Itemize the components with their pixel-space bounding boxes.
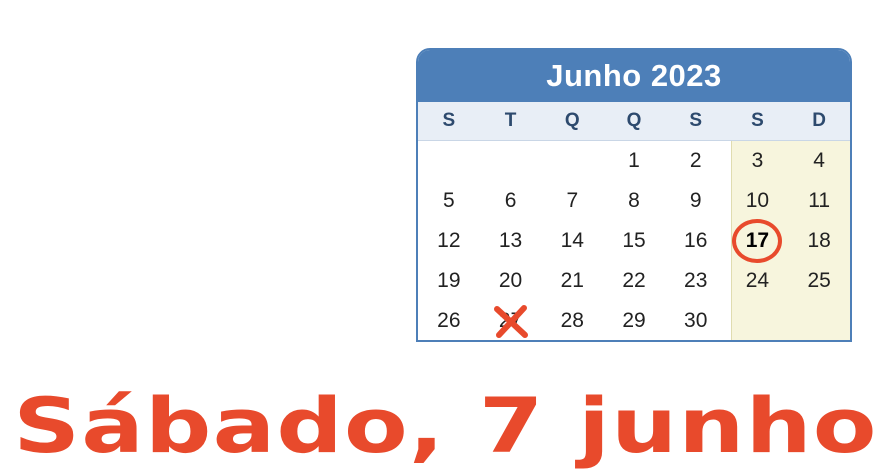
day-number: 13 [498, 229, 523, 252]
calendar-day[interactable]: 23 [665, 261, 727, 301]
calendar-empty-cell [727, 301, 789, 340]
calendar: Junho 2023 S T Q Q S S D 1 2 3 4 5 6 7 8 9 10 11 12… [416, 48, 852, 342]
calendar-day[interactable]: 21 [541, 261, 603, 301]
weekday-label: Q [626, 110, 642, 131]
day-number: 12 [437, 229, 461, 252]
calendar-day[interactable]: 5 [418, 181, 480, 221]
day-number: 24 [745, 269, 770, 292]
date-caption: Sábado, 7 junho [13, 381, 878, 470]
day-number: 26 [437, 309, 461, 332]
calendar-day[interactable]: 19 [418, 261, 480, 301]
calendar-empty-cell [418, 141, 480, 181]
day-number: 6 [504, 189, 517, 212]
calendar-day[interactable]: 28 [541, 301, 603, 340]
day-number: 27 [498, 309, 523, 332]
calendar-day[interactable]: 4 [788, 141, 850, 181]
calendar-day[interactable]: 1 [603, 141, 665, 181]
calendar-empty-cell [788, 301, 850, 340]
calendar-body: 1 2 3 4 5 6 7 8 9 10 11 12 13 14 15 16 17 18 19 20 21 22 23 24 2… [418, 141, 850, 340]
calendar-empty-cell [480, 141, 542, 181]
calendar-day[interactable]: 13 [480, 221, 542, 261]
calendar-empty-cell [541, 141, 603, 181]
calendar-day[interactable]: 16 [665, 221, 727, 261]
calendar-grid: 1 2 3 4 5 6 7 8 9 10 11 12 13 14 15 16 17 18 19 20 21 22 23 24 2… [418, 141, 850, 340]
calendar-day[interactable]: 18 [788, 221, 850, 261]
day-number: 16 [684, 229, 708, 252]
calendar-day[interactable]: 9 [665, 181, 727, 221]
calendar-day[interactable]: 6 [480, 181, 542, 221]
calendar-day[interactable]: 26 [418, 301, 480, 340]
calendar-title: Junho 2023 [418, 50, 850, 102]
calendar-day[interactable]: 3 [727, 141, 789, 181]
calendar-day[interactable]: 10 [727, 181, 789, 221]
calendar-day[interactable]: 15 [603, 221, 665, 261]
weekday-label: S [751, 110, 764, 131]
calendar-day[interactable]: 25 [788, 261, 850, 301]
day-number: 5 [443, 189, 455, 212]
calendar-day[interactable]: 12 [418, 221, 480, 261]
day-number: 19 [437, 269, 461, 292]
day-number: 9 [689, 189, 702, 212]
day-number: 30 [684, 309, 708, 332]
calendar-day[interactable]: 24 [727, 261, 789, 301]
calendar-day[interactable]: 2 [665, 141, 727, 181]
calendar-day[interactable]: 22 [603, 261, 665, 301]
calendar-day[interactable]: 8 [603, 181, 665, 221]
weekday-label: T [504, 110, 517, 131]
circle-highlight-icon [732, 219, 783, 263]
calendar-day[interactable]: 14 [541, 221, 603, 261]
day-number: 7 [566, 189, 579, 212]
day-number: 22 [622, 269, 646, 292]
weekday-header: S T Q Q S S D [418, 102, 850, 141]
day-number: 10 [745, 189, 770, 212]
weekday-label: Q [564, 110, 580, 131]
calendar-day-highlighted[interactable]: 17 [727, 219, 789, 263]
day-number: 14 [560, 229, 584, 252]
day-number: 3 [751, 149, 764, 172]
calendar-day[interactable]: 29 [603, 301, 665, 340]
day-number: 8 [628, 189, 640, 212]
day-number: 18 [807, 229, 831, 252]
calendar-day[interactable]: 11 [788, 181, 850, 221]
weekday-label: D [812, 110, 826, 131]
day-number: 11 [808, 189, 831, 212]
day-number: 4 [813, 149, 825, 172]
day-number: 25 [807, 269, 831, 292]
day-number: 15 [622, 229, 646, 252]
calendar-day-crossed[interactable]: 27 [480, 301, 542, 340]
day-number: 21 [560, 269, 584, 292]
day-number: 2 [689, 149, 702, 172]
calendar-day[interactable]: 20 [480, 261, 542, 301]
weekday-label: S [689, 110, 703, 131]
calendar-day[interactable]: 30 [665, 301, 727, 340]
day-number: 1 [628, 149, 640, 172]
day-number: 23 [684, 269, 708, 292]
day-number: 20 [498, 269, 523, 292]
weekday-label: S [442, 110, 456, 131]
day-number: 28 [560, 309, 584, 332]
calendar-day[interactable]: 7 [541, 181, 603, 221]
day-number: 29 [622, 309, 646, 332]
